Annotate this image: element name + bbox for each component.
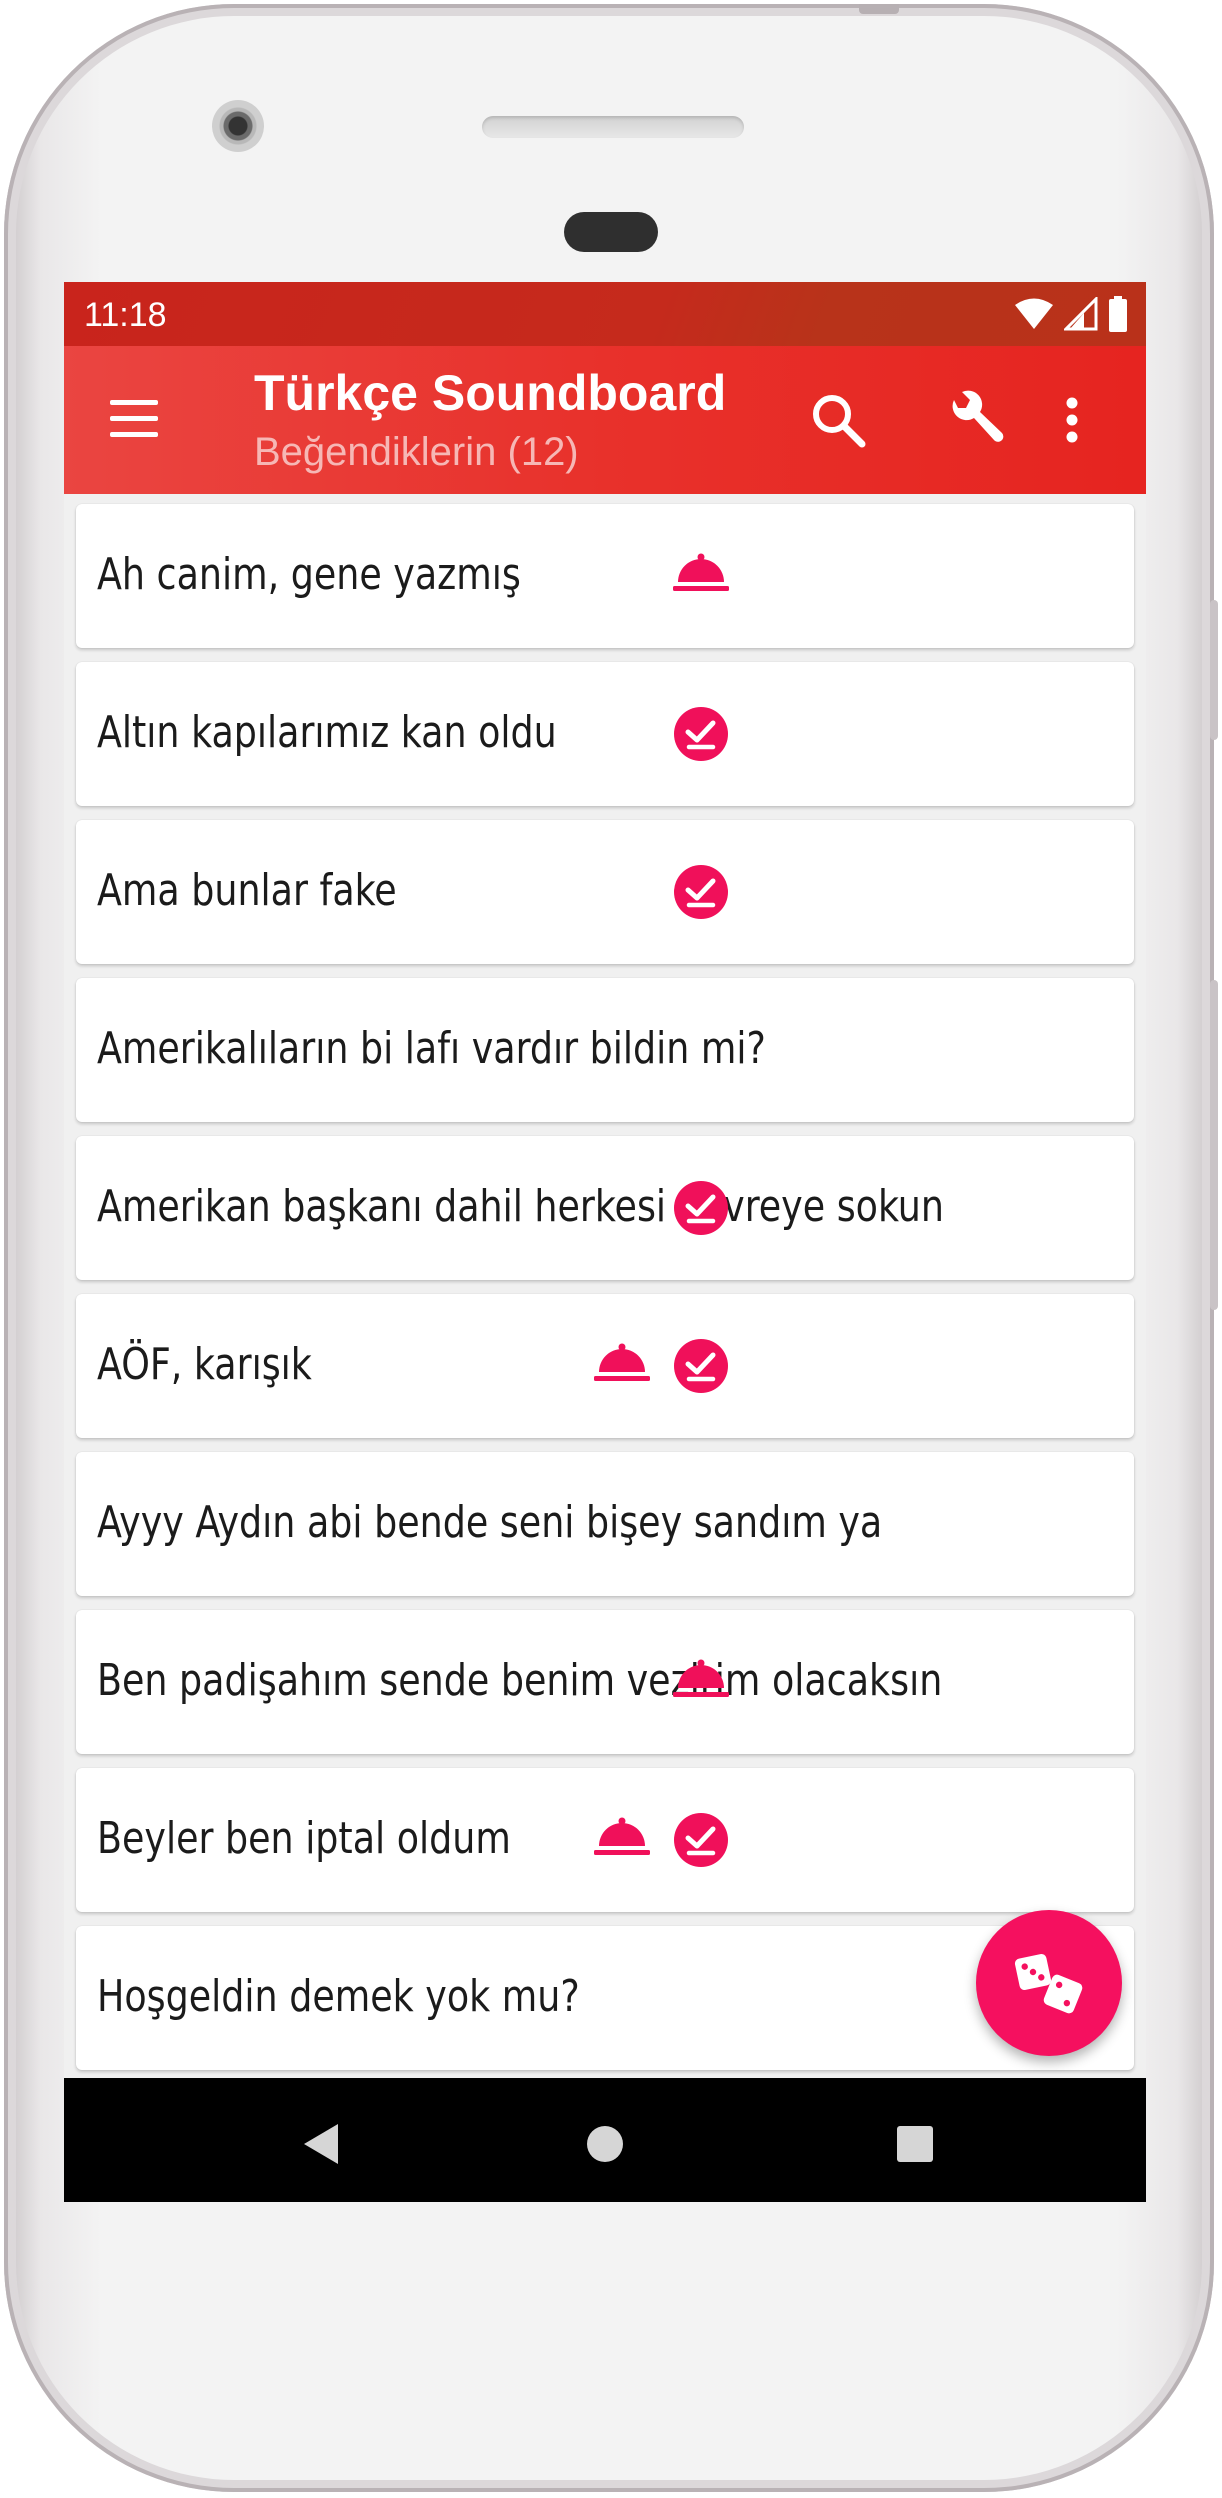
sound-list-item[interactable]: Ah canim, gene yazmış: [76, 504, 1134, 648]
recents-square-icon: [897, 2126, 933, 2162]
room-service-bell-icon[interactable]: [671, 552, 731, 592]
nav-home-button[interactable]: [575, 2114, 635, 2174]
nav-back-button[interactable]: [292, 2114, 352, 2174]
earpiece-speaker: [482, 116, 744, 138]
sound-list-item[interactable]: Ayyy Aydın abi bende seni bişey sandım y…: [76, 1452, 1134, 1596]
sound-list-item[interactable]: Amerikan başkanı dahil herkesi devreye s…: [76, 1136, 1134, 1280]
power-button: [1210, 980, 1218, 1310]
sound-label: Ama bunlar fake: [97, 865, 397, 916]
sound-list-item[interactable]: Beyler ben iptal oldum: [76, 1768, 1134, 1912]
room-service-bell-icon[interactable]: [592, 1816, 652, 1856]
back-triangle-icon: [304, 2124, 338, 2164]
sound-label: Amerikan başkanı dahil herkesi devreye s…: [97, 1181, 944, 1232]
hamburger-menu-line: [110, 416, 158, 421]
check-circle-icon[interactable]: [673, 1338, 729, 1394]
phone-top-slot: [859, 4, 899, 14]
more-vert-icon: [1066, 397, 1078, 443]
sound-label: Ben padişahım sende benim vezirim olacak…: [97, 1655, 943, 1706]
wifi-icon: [1015, 298, 1053, 329]
sound-label: Amerikalıların bi lafı vardır bildin mi?: [97, 1023, 766, 1074]
status-bar: 11:18: [64, 282, 1146, 346]
sound-label: Ah canim, gene yazmış: [97, 549, 521, 600]
status-time: 11:18: [84, 296, 167, 334]
wrench-icon: [952, 390, 1004, 442]
sound-list-item[interactable]: Amerikalıların bi lafı vardır bildin mi?: [76, 978, 1134, 1122]
sound-label: Hoşgeldin demek yok mu?: [97, 1971, 580, 2022]
front-camera: [212, 100, 264, 152]
check-circle-icon[interactable]: [673, 1180, 729, 1236]
settings-button[interactable]: [940, 384, 1012, 456]
room-service-bell-icon[interactable]: [671, 1658, 731, 1698]
random-sound-fab[interactable]: [976, 1910, 1122, 2056]
dice-icon: [1014, 1953, 1083, 2014]
app-title: Türkçe Soundboard: [254, 365, 727, 421]
app-bar: Türkçe Soundboard Beğendiklerin (12): [64, 346, 1146, 494]
hamburger-menu-line: [110, 432, 158, 437]
sound-list-item[interactable]: Altın kapılarımız kan oldu: [76, 662, 1134, 806]
room-service-bell-icon[interactable]: [592, 1342, 652, 1382]
check-circle-icon[interactable]: [673, 1812, 729, 1868]
app-subtitle: Beğendiklerin (12): [254, 430, 579, 474]
screen: 11:18 Türkçe Soundboard Beğendiklerin (1…: [64, 282, 1146, 2202]
sound-label: Altın kapılarımız kan oldu: [97, 707, 557, 758]
navigation-bar: [64, 2078, 1146, 2202]
volume-button: [1210, 600, 1218, 740]
signal-icon: [1064, 297, 1098, 331]
sound-label: Ayyy Aydın abi bende seni bişey sandım y…: [97, 1497, 883, 1548]
sound-list-item[interactable]: Ben padişahım sende benim vezirim olacak…: [76, 1610, 1134, 1754]
sound-list-item[interactable]: Ama bunlar fake: [76, 820, 1134, 964]
sound-label: AÖF, karışık: [97, 1339, 312, 1390]
check-circle-icon[interactable]: [673, 706, 729, 762]
proximity-sensor: [564, 212, 658, 252]
check-circle-icon[interactable]: [673, 864, 729, 920]
sound-label: Beyler ben iptal oldum: [97, 1813, 511, 1864]
menu-button[interactable]: [104, 388, 164, 448]
status-icons: [1014, 294, 1128, 334]
overflow-menu-button[interactable]: [1050, 384, 1094, 456]
hamburger-menu-icon: [110, 400, 158, 405]
sound-list-item[interactable]: Hoşgeldin demek yok mu?: [76, 1926, 1134, 2070]
search-button[interactable]: [802, 384, 874, 456]
sound-list-item[interactable]: AÖF, karışık: [76, 1294, 1134, 1438]
battery-icon: [1109, 296, 1127, 332]
home-circle-icon: [587, 2126, 623, 2162]
nav-recents-button[interactable]: [885, 2114, 945, 2174]
search-icon: [813, 395, 866, 448]
